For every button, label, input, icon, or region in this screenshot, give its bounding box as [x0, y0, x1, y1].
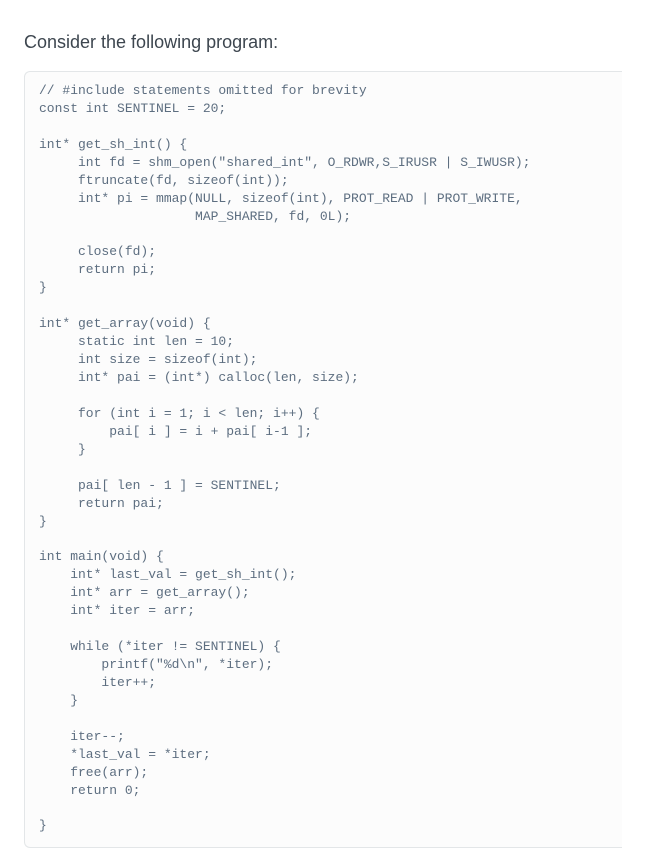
- question-prompt: Consider the following program:: [24, 32, 622, 53]
- code-content: // #include statements omitted for brevi…: [25, 82, 622, 835]
- page-container: Consider the following program: // #incl…: [0, 0, 646, 866]
- code-block: // #include statements omitted for brevi…: [24, 71, 622, 848]
